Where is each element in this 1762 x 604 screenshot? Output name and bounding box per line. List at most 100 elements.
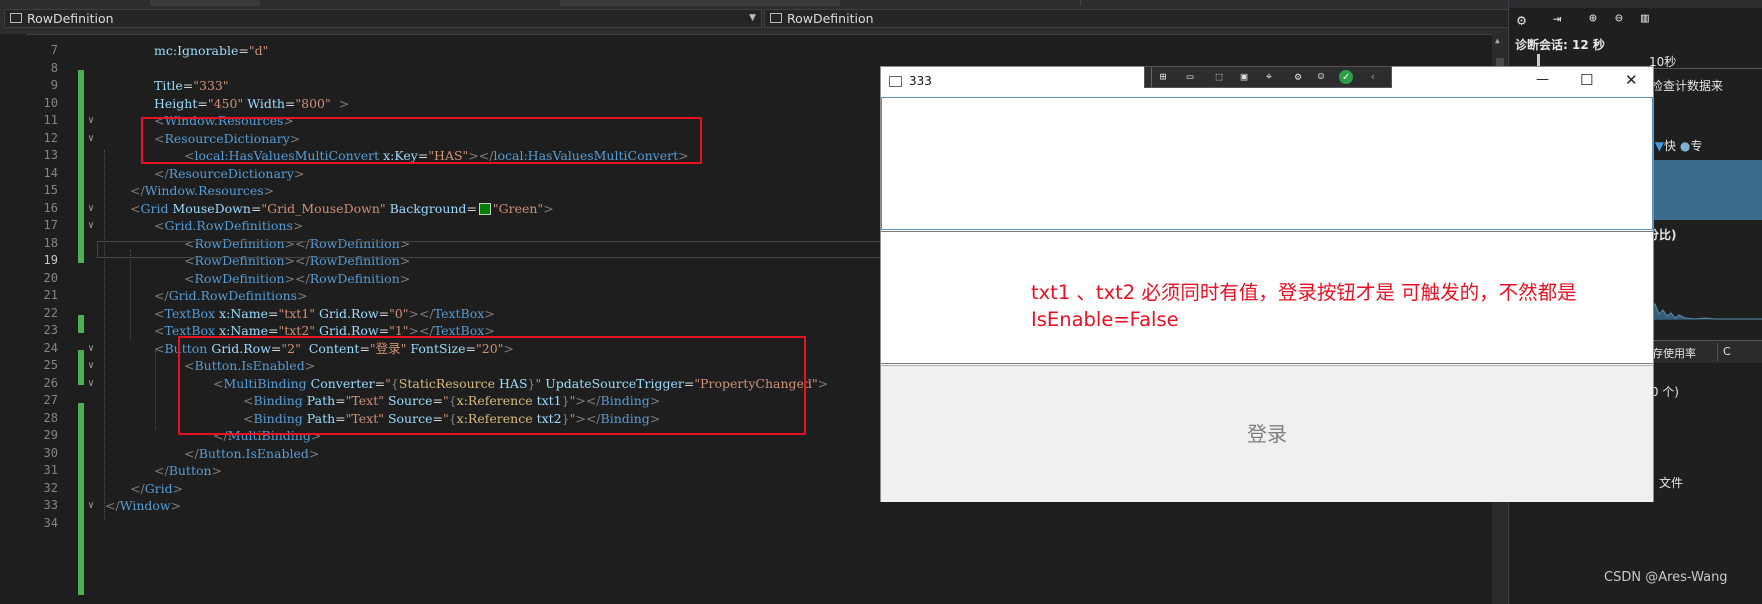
code-token: "Grid_MouseDown" xyxy=(261,200,386,216)
memory-graph-area xyxy=(1635,160,1762,220)
code-token: TextBox xyxy=(164,305,216,321)
class-icon xyxy=(770,13,782,23)
chevron-down-icon: ▼ xyxy=(749,13,756,23)
tab-strip-segment[interactable] xyxy=(260,0,561,6)
line-number: 22 xyxy=(43,305,58,320)
accessibility-icon[interactable]: ☺ xyxy=(1313,70,1329,84)
collapse-toolbar-icon[interactable]: ‹ xyxy=(1365,70,1381,84)
export-icon[interactable]: ⇥ xyxy=(1553,11,1561,27)
legend-dot-icon: ● xyxy=(1679,139,1691,153)
check-status-icon[interactable]: ✓ xyxy=(1339,70,1353,84)
line-number: 19 xyxy=(43,253,58,267)
fold-toggle-icon[interactable]: ∨ xyxy=(88,112,94,130)
minimize-icon[interactable]: — xyxy=(1536,72,1549,87)
tab-cpu-usage[interactable]: C xyxy=(1723,345,1731,358)
color-swatch xyxy=(478,203,491,215)
code-line[interactable]: </Window> xyxy=(105,497,181,515)
code-line[interactable]: </Grid> xyxy=(130,480,183,498)
reset-view-icon[interactable]: ▥ xyxy=(1641,11,1649,26)
code-token: TextBox xyxy=(433,305,485,321)
tab-strip-segment[interactable] xyxy=(0,0,151,6)
code-token: "0" xyxy=(389,305,409,321)
code-token: = xyxy=(466,200,477,216)
record-icon[interactable]: ▭ xyxy=(1182,70,1198,84)
code-token: </ xyxy=(130,480,145,496)
code-token: > xyxy=(817,375,829,391)
tab-strip-segment[interactable] xyxy=(840,0,1081,6)
code-token: Grid.Row xyxy=(319,305,379,321)
filter-icon: ▼ xyxy=(1654,139,1664,153)
member-navigation-dropdown[interactable]: RowDefinition ▼ xyxy=(764,9,1522,28)
indent-guide xyxy=(130,250,131,340)
editor-navigation-bar: RowDefinition ▼ RowDefinition ▼ ⇕ xyxy=(0,0,1548,35)
line-number: 12 xyxy=(43,130,58,145)
code-token: Window.Resources xyxy=(144,183,264,198)
code-token: MouseDown xyxy=(172,200,251,216)
code-token: </ xyxy=(154,165,169,181)
fold-toggle-icon[interactable]: ∨ xyxy=(88,217,94,235)
fold-toggle-icon[interactable]: ∨ xyxy=(88,130,94,148)
line-number: 23 xyxy=(43,323,58,337)
login-button[interactable]: 登录 xyxy=(881,365,1653,502)
line-number: 16 xyxy=(43,200,58,215)
maximize-icon[interactable]: ☐ xyxy=(1580,71,1593,89)
txt1-textbox[interactable] xyxy=(881,97,1653,230)
display-adorners-icon[interactable]: ▣ xyxy=(1236,70,1252,84)
code-token: Grid xyxy=(140,200,169,216)
code-line[interactable]: </Window.Resources> xyxy=(130,182,274,200)
session-duration: 诊断会话: 12 秒 xyxy=(1515,38,1605,52)
line-number: 20 xyxy=(43,270,58,285)
code-line[interactable]: <TextBox x:Name="txt1" Grid.Row="0"></Te… xyxy=(154,305,495,323)
xaml-runtime-toolbar: ⊞ ▭ ⬚ ▣ ⌖ ⚙ ☺ ✓ ‹ xyxy=(1144,66,1392,88)
code-line[interactable]: <Grid.RowDefinitions> xyxy=(154,217,303,235)
code-line[interactable]: </Grid.RowDefinitions> xyxy=(154,287,308,305)
close-icon[interactable]: ✕ xyxy=(1625,71,1638,89)
code-line[interactable]: </ResourceDictionary> xyxy=(154,165,304,183)
line-number: 29 xyxy=(43,428,58,442)
code-line[interactable]: Height="450" Width="800" > xyxy=(154,95,349,113)
zoom-in-icon[interactable]: ⊕ xyxy=(1589,11,1597,26)
code-token: "450" xyxy=(207,95,244,111)
line-number: 26 xyxy=(43,375,58,390)
scroll-up-icon[interactable]: ▲ xyxy=(1495,36,1500,45)
file-label: 文件 xyxy=(1659,476,1684,490)
line-number: 18 xyxy=(43,235,58,250)
fold-toggle-icon[interactable]: ∨ xyxy=(88,340,94,358)
code-token: </ xyxy=(154,463,169,478)
zoom-out-icon[interactable]: ⊖ xyxy=(1615,11,1623,26)
code-line[interactable]: mc:Ignorable="d" xyxy=(154,42,268,60)
code-line[interactable]: </Button.IsEnabled> xyxy=(184,445,319,463)
code-line[interactable]: <Grid MouseDown="Grid_MouseDown" Backgro… xyxy=(130,200,554,218)
code-line[interactable]: </Button> xyxy=(154,462,222,480)
code-token: > xyxy=(399,270,411,286)
legend-pro-label: 专 xyxy=(1690,139,1703,153)
select-element-icon[interactable]: ⬚ xyxy=(1211,70,1227,84)
toolbar-grip xyxy=(1145,67,1152,87)
fold-toggle-icon[interactable]: ∨ xyxy=(88,375,94,393)
tab-strip-segment[interactable] xyxy=(560,0,840,6)
line-number: 14 xyxy=(43,165,58,180)
settings-gear-icon[interactable]: ⚙ xyxy=(1517,11,1526,29)
code-token: = xyxy=(267,305,279,321)
line-number: 7 xyxy=(50,43,58,57)
code-token: RowDefinition xyxy=(194,270,285,286)
binding-failures-icon[interactable]: ⚙ xyxy=(1290,70,1306,84)
line-number: 27 xyxy=(43,393,58,407)
change-bar xyxy=(78,70,84,245)
track-focus-icon[interactable]: ⌖ xyxy=(1261,70,1277,84)
fold-toggle-icon[interactable]: ∨ xyxy=(88,357,94,375)
type-navigation-dropdown[interactable]: RowDefinition ▼ xyxy=(4,9,762,28)
cpu-usage-graph xyxy=(1635,292,1762,320)
timeline-marker xyxy=(1537,54,1540,66)
live-visual-tree-icon[interactable]: ⊞ xyxy=(1155,70,1171,84)
change-bar xyxy=(78,315,84,333)
code-token: > xyxy=(170,498,182,513)
code-token: Background xyxy=(389,200,467,216)
fold-toggle-icon[interactable]: ∨ xyxy=(88,200,94,218)
code-line[interactable]: <RowDefinition></RowDefinition> xyxy=(184,270,410,288)
tab-strip-segment[interactable] xyxy=(150,0,260,6)
fold-toggle-icon[interactable]: ∨ xyxy=(88,497,94,515)
code-line[interactable]: Title="333" xyxy=(154,77,229,95)
code-token: </ xyxy=(130,183,145,198)
